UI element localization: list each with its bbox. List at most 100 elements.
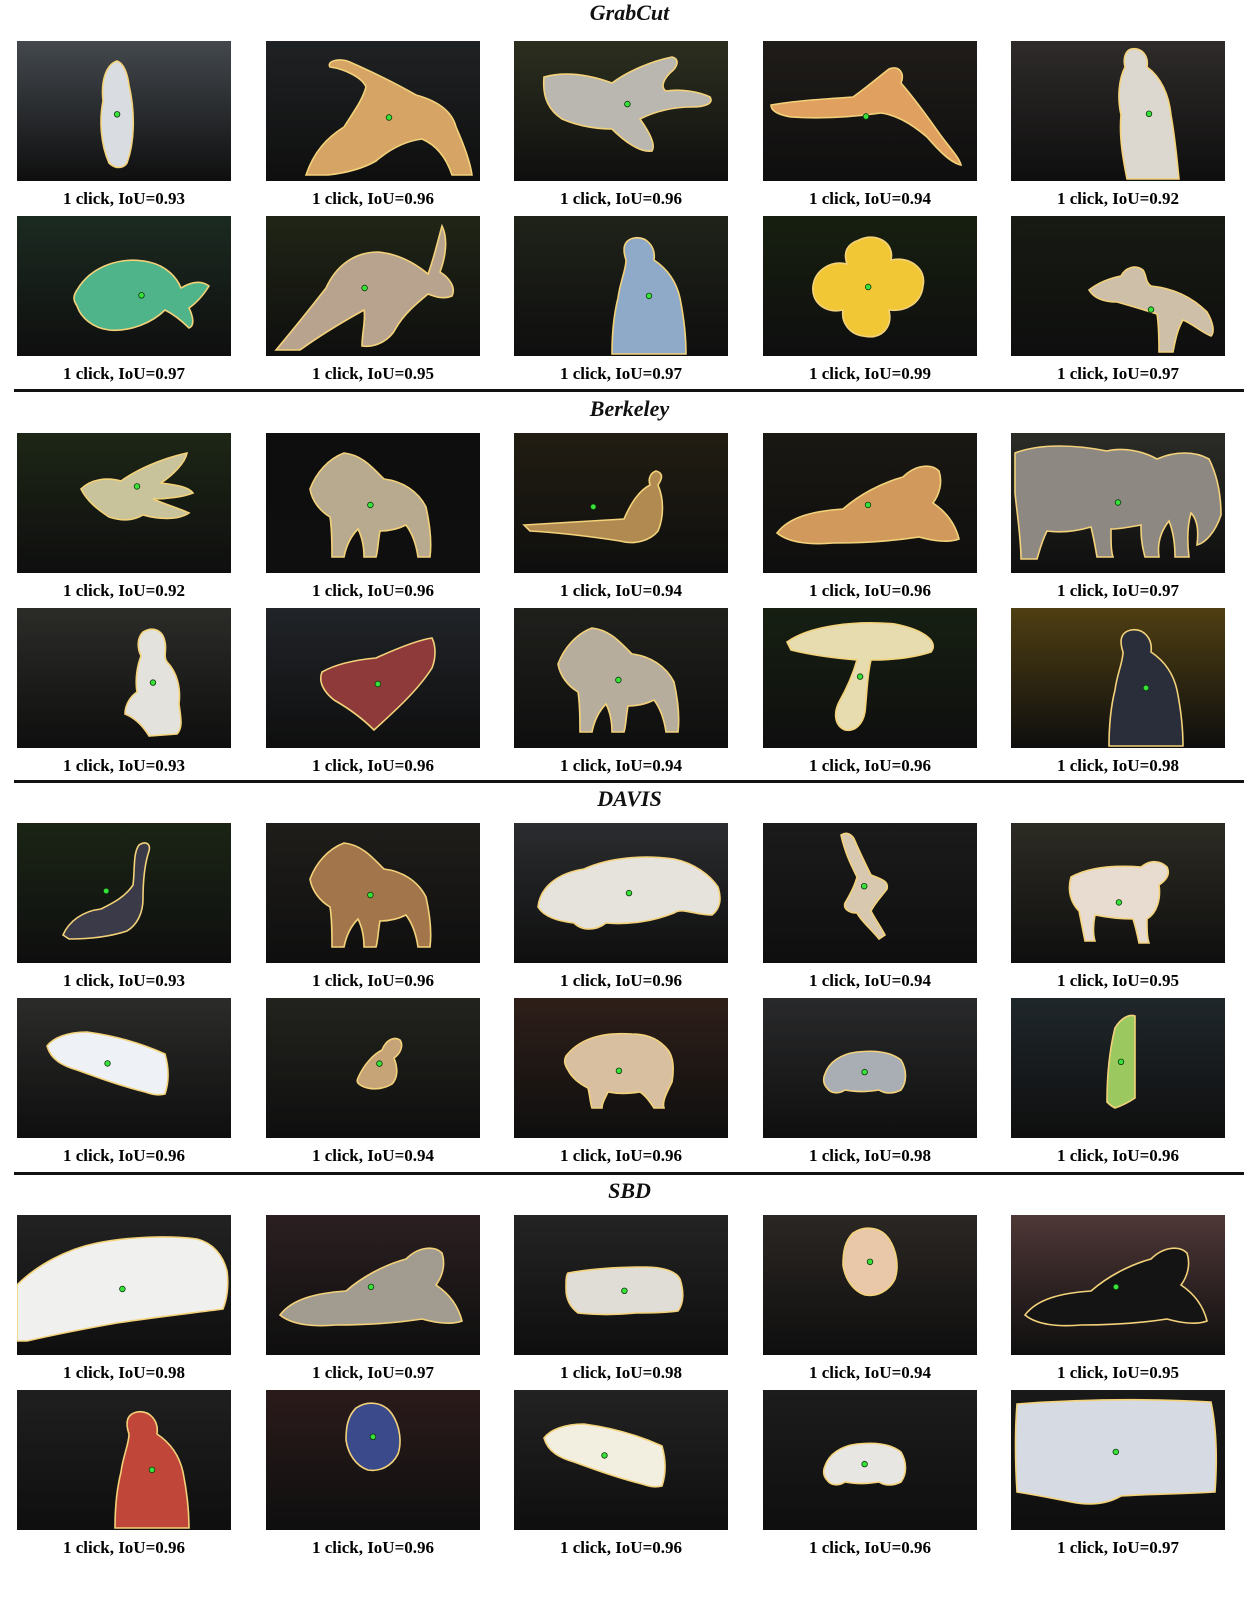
click-point — [367, 501, 374, 509]
result-caption: 1 click, IoU=0.96 — [62, 1146, 186, 1165]
click-point — [1112, 1283, 1120, 1291]
click-point — [102, 887, 110, 895]
result-image — [17, 1390, 231, 1530]
click-point — [374, 680, 382, 688]
click-point — [645, 292, 653, 300]
result-image — [763, 1215, 977, 1355]
result-caption: 1 click, IoU=0.98 — [62, 1363, 186, 1382]
result-image — [514, 998, 728, 1138]
segmentation-image — [17, 216, 231, 356]
segmentation-image — [763, 433, 977, 573]
result-caption: 1 click, IoU=0.95 — [1056, 971, 1180, 990]
segmentation-image — [514, 216, 728, 356]
result-image — [1011, 433, 1225, 573]
click-point — [860, 883, 868, 890]
result-caption: 1 click, IoU=0.96 — [311, 581, 435, 600]
result-caption: 1 click, IoU=0.97 — [1056, 364, 1180, 383]
section-title: Berkeley — [589, 396, 670, 421]
result-image — [17, 823, 231, 963]
segmentation-image — [514, 1390, 728, 1530]
result-image — [17, 1215, 231, 1355]
click-point — [590, 503, 597, 510]
result-caption: 1 click, IoU=0.96 — [311, 756, 435, 775]
click-point — [601, 1452, 608, 1459]
click-point — [624, 100, 631, 108]
click-point — [1145, 110, 1153, 117]
result-image — [266, 1390, 480, 1530]
click-point — [367, 1283, 375, 1291]
result-caption: 1 click, IoU=0.95 — [311, 364, 435, 383]
result-caption: 1 click, IoU=0.98 — [1056, 756, 1180, 775]
result-image — [266, 608, 480, 748]
segmentation-image — [17, 433, 231, 573]
result-caption: 1 click, IoU=0.93 — [62, 189, 186, 208]
result-caption: 1 click, IoU=0.99 — [808, 364, 932, 383]
result-caption: 1 click, IoU=0.96 — [311, 971, 435, 990]
background-dim-overlay — [1011, 41, 1225, 181]
click-point — [369, 1433, 377, 1440]
result-image — [763, 433, 977, 573]
segmentation-image — [763, 1390, 977, 1530]
segmentation-image — [763, 998, 977, 1138]
result-image — [1011, 1390, 1225, 1530]
result-image — [17, 41, 231, 181]
segmentation-image — [514, 823, 728, 963]
section-divider — [14, 1172, 1244, 1175]
result-caption: 1 click, IoU=0.98 — [808, 1146, 932, 1165]
result-caption: 1 click, IoU=0.92 — [62, 581, 186, 600]
result-caption: 1 click, IoU=0.94 — [808, 189, 932, 208]
segmentation-image — [514, 998, 728, 1138]
segmentation-image — [1011, 41, 1225, 181]
result-image — [266, 216, 480, 356]
segmentation-image — [17, 41, 231, 181]
segmentation-image — [266, 1215, 480, 1355]
segmentation-image — [17, 608, 231, 748]
result-caption: 1 click, IoU=0.94 — [808, 1363, 932, 1382]
result-caption: 1 click, IoU=0.95 — [1056, 1363, 1180, 1382]
click-point — [361, 284, 368, 292]
result-image — [763, 998, 977, 1138]
result-image — [1011, 998, 1225, 1138]
click-point — [864, 501, 872, 509]
click-point — [1147, 306, 1155, 313]
result-caption: 1 click, IoU=0.98 — [559, 1363, 683, 1382]
result-caption: 1 click, IoU=0.93 — [62, 971, 186, 990]
result-caption: 1 click, IoU=0.96 — [62, 1538, 186, 1557]
section-divider — [14, 780, 1244, 783]
section-divider — [14, 389, 1244, 392]
result-image — [1011, 608, 1225, 748]
segmentation-image — [266, 998, 480, 1138]
result-caption: 1 click, IoU=0.94 — [559, 756, 683, 775]
result-caption: 1 click, IoU=0.97 — [1056, 1538, 1180, 1557]
click-point — [861, 1068, 868, 1076]
click-point — [133, 483, 141, 490]
segmentation-image — [17, 1215, 231, 1355]
result-caption: 1 click, IoU=0.96 — [808, 756, 932, 775]
result-caption: 1 click, IoU=0.97 — [311, 1363, 435, 1382]
segmentation-image — [1011, 433, 1225, 573]
click-point — [621, 1287, 628, 1294]
result-image — [17, 608, 231, 748]
result-image — [763, 216, 977, 356]
result-caption: 1 click, IoU=0.94 — [311, 1146, 435, 1165]
segmentation-image — [1011, 608, 1225, 748]
result-caption: 1 click, IoU=0.97 — [1056, 581, 1180, 600]
result-image — [514, 41, 728, 181]
click-point — [1115, 899, 1123, 906]
result-caption: 1 click, IoU=0.97 — [559, 364, 683, 383]
result-image — [266, 998, 480, 1138]
segmentation-image — [266, 608, 480, 748]
result-image — [514, 1390, 728, 1530]
segmentation-image — [266, 41, 480, 181]
background-dim-overlay — [514, 433, 728, 573]
segmentation-image — [266, 216, 480, 356]
background-dim-overlay — [17, 608, 231, 748]
segmentation-image — [266, 1390, 480, 1530]
click-point — [861, 1460, 868, 1468]
segmentation-image — [514, 433, 728, 573]
click-point — [376, 1060, 383, 1067]
figure: GrabCut 1 click, IoU=0.93 1 click, IoU=0.9… — [0, 0, 1259, 1598]
segmentation-image — [514, 41, 728, 181]
result-image — [514, 608, 728, 748]
result-image — [1011, 41, 1225, 181]
